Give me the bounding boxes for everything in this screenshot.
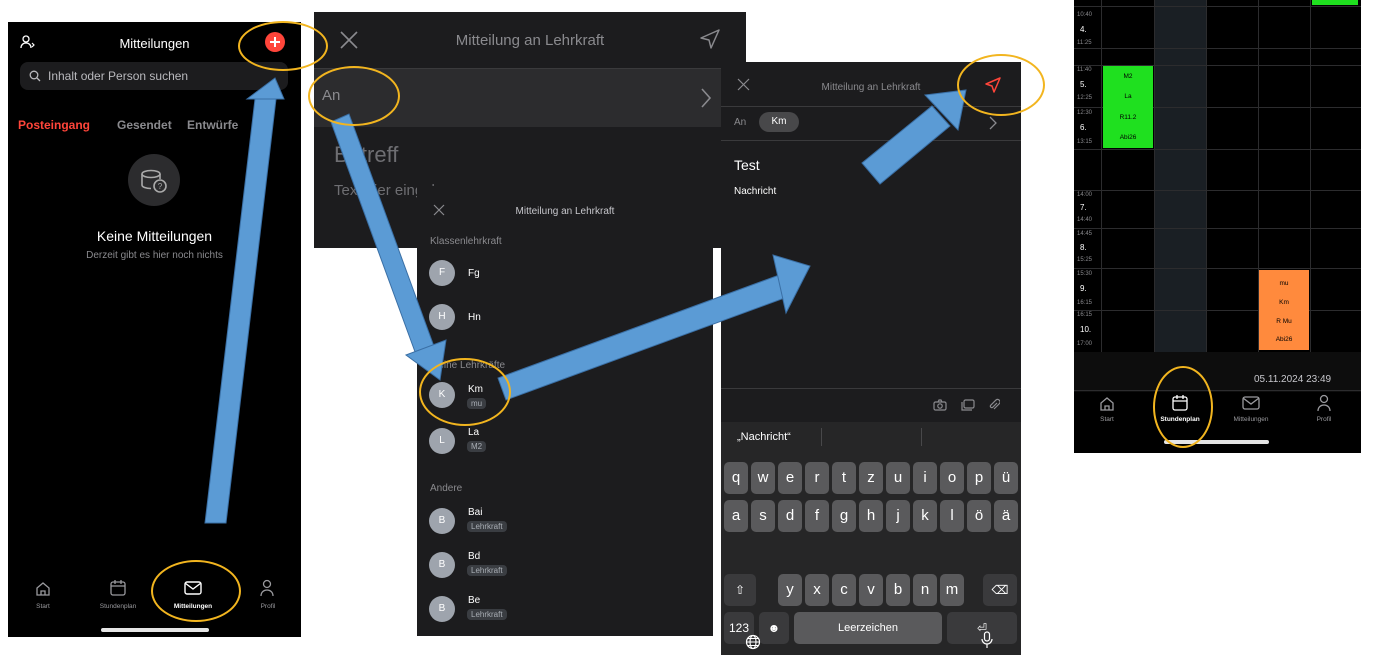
annotation-arrows (204, 77, 967, 524)
arrow-to-send (861, 89, 967, 185)
highlight-ring-send (957, 54, 1045, 116)
arrow-down (330, 113, 447, 381)
highlight-ring-teacher (419, 358, 511, 426)
highlight-ring-new-message (238, 21, 328, 71)
arrow-right (497, 254, 811, 401)
highlight-ring-messages-tab (151, 560, 241, 622)
highlight-ring-timetable-tab (1153, 366, 1213, 448)
highlight-ring-recipient (308, 66, 400, 126)
arrow-up (204, 77, 285, 524)
